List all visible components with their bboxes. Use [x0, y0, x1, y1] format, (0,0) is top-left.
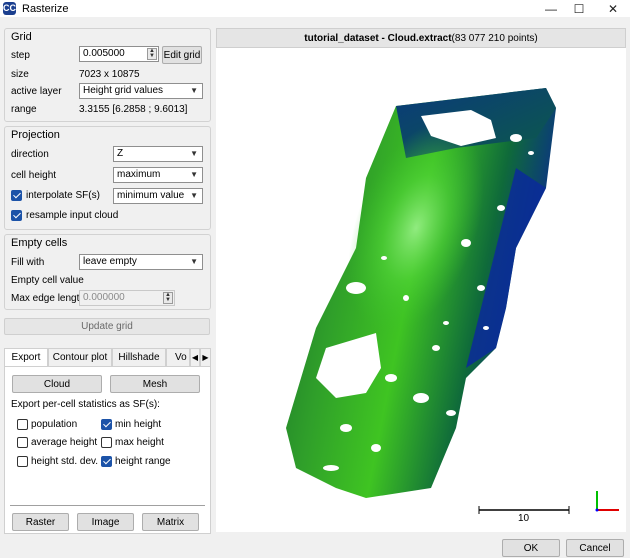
empty-cells-group-title: Empty cells — [11, 237, 68, 249]
average-height-label: average height — [31, 437, 98, 448]
range-label: range — [11, 104, 37, 115]
export-stats-label: Export per-cell statistics as SF(s): — [11, 399, 160, 410]
average-height-checkbox[interactable] — [17, 437, 28, 448]
fill-with-combo[interactable]: leave empty ▼ — [79, 254, 203, 270]
tab-scroll-right-icon[interactable]: ▶ — [200, 348, 211, 366]
spin-arrows-icon[interactable]: ▲ ▼ — [163, 292, 173, 304]
max-height-label: max height — [115, 437, 164, 448]
cloudcompare-app-icon: CC — [3, 2, 16, 15]
close-window-button[interactable]: ✕ — [600, 0, 626, 17]
divider — [10, 505, 205, 506]
chevron-down-icon: ▼ — [190, 149, 198, 158]
size-label: size — [11, 69, 29, 80]
tab-hillshade[interactable]: Hillshade — [112, 348, 166, 366]
fill-with-label: Fill with — [11, 257, 45, 268]
projection-group: Projection direction Z ▼ cell height max… — [4, 126, 211, 230]
population-checkbox[interactable] — [17, 419, 28, 430]
chevron-down-icon: ▼ — [190, 191, 198, 200]
size-value: 7023 x 10875 — [79, 69, 140, 80]
interpolate-sf-checkbox[interactable] — [11, 190, 22, 201]
cancel-button[interactable]: Cancel — [566, 539, 624, 557]
tab-volume[interactable]: Vo — [166, 348, 190, 366]
height-range-checkbox[interactable] — [101, 456, 112, 467]
scale-bar-label: 10 — [518, 513, 530, 524]
raster-3d-view[interactable]: 10 — [216, 48, 626, 532]
view-title-bar: tutorial_dataset - Cloud.extract (83 077… — [216, 28, 626, 48]
min-height-checkbox[interactable] — [101, 419, 112, 430]
min-height-label: min height — [115, 419, 162, 430]
update-grid-button[interactable]: Update grid — [4, 318, 210, 335]
height-std-dev-checkbox[interactable] — [17, 456, 28, 467]
grid-group-title: Grid — [11, 31, 32, 43]
direction-label: direction — [11, 149, 49, 160]
resample-input-label: resample input cloud — [26, 210, 119, 221]
height-std-dev-label: height std. dev. — [31, 456, 99, 467]
cell-height-value: maximum — [117, 169, 161, 180]
step-value: 0.005000 — [83, 48, 125, 59]
export-tab-pane: Cloud Mesh Export per-cell statistics as… — [4, 366, 211, 534]
step-spinbox[interactable]: 0.005000 ▲ ▼ — [79, 46, 159, 62]
active-layer-value: Height grid values — [83, 85, 164, 96]
minimize-button[interactable]: — — [538, 0, 564, 17]
interpolate-method-value: minimum value — [117, 190, 185, 201]
interpolate-sf-label: interpolate SF(s) — [26, 190, 100, 201]
resample-input-checkbox[interactable] — [11, 210, 22, 221]
ok-button[interactable]: OK — [502, 539, 560, 557]
export-cloud-button[interactable]: Cloud — [12, 375, 102, 393]
cell-height-label: cell height — [11, 170, 57, 181]
export-matrix-button[interactable]: Matrix — [142, 513, 199, 531]
cell-height-combo[interactable]: maximum ▼ — [113, 167, 203, 183]
max-edge-length-label: Max edge length — [11, 293, 85, 304]
chevron-down-icon: ▼ — [190, 257, 198, 266]
height-range-label: height range — [115, 456, 171, 467]
edit-grid-button[interactable]: Edit grid — [162, 46, 202, 64]
point-cloud-render[interactable] — [216, 48, 626, 532]
active-layer-label: active layer — [11, 86, 62, 97]
empty-cells-group: Empty cells Fill with leave empty ▼ Empt… — [4, 234, 211, 310]
grid-group: Grid step 0.005000 ▲ ▼ Edit grid size 702… — [4, 28, 211, 122]
spin-arrows-icon[interactable]: ▲ ▼ — [147, 48, 157, 60]
empty-cell-value-label: Empty cell value — [11, 275, 84, 286]
view-title: tutorial_dataset - Cloud.extract — [304, 32, 452, 44]
tab-export[interactable]: Export — [4, 348, 48, 366]
maximize-button[interactable]: ☐ — [566, 0, 592, 17]
max-height-checkbox[interactable] — [101, 437, 112, 448]
max-edge-length-spinbox[interactable]: 0.000000 ▲ ▼ — [79, 290, 175, 306]
view-point-count: (83 077 210 points) — [451, 32, 538, 44]
population-label: population — [31, 419, 78, 430]
export-raster-button[interactable]: Raster — [12, 513, 69, 531]
title-bar: CC Rasterize — ☐ ✕ — [0, 0, 630, 17]
direction-value: Z — [117, 148, 124, 159]
active-layer-combo[interactable]: Height grid values ▼ — [79, 83, 203, 99]
export-mesh-button[interactable]: Mesh — [110, 375, 200, 393]
window-title: Rasterize — [22, 2, 69, 15]
export-tabs: Export Contour plot Hillshade Vo ◀ ▶ — [4, 348, 211, 366]
axis-trihedron-icon — [595, 491, 619, 512]
step-label: step — [11, 50, 30, 61]
max-edge-length-value: 0.000000 — [83, 292, 125, 303]
interpolate-method-combo[interactable]: minimum value ▼ — [113, 188, 203, 204]
fill-with-value: leave empty — [83, 256, 137, 267]
direction-combo[interactable]: Z ▼ — [113, 146, 203, 162]
tab-scroll-left-icon[interactable]: ◀ — [190, 348, 200, 366]
range-value: 3.3155 [6.2858 ; 9.6013] — [79, 104, 188, 115]
export-image-button[interactable]: Image — [77, 513, 134, 531]
projection-group-title: Projection — [11, 129, 60, 141]
tab-contour-plot[interactable]: Contour plot — [48, 348, 112, 366]
chevron-down-icon: ▼ — [190, 86, 198, 95]
chevron-down-icon: ▼ — [190, 170, 198, 179]
